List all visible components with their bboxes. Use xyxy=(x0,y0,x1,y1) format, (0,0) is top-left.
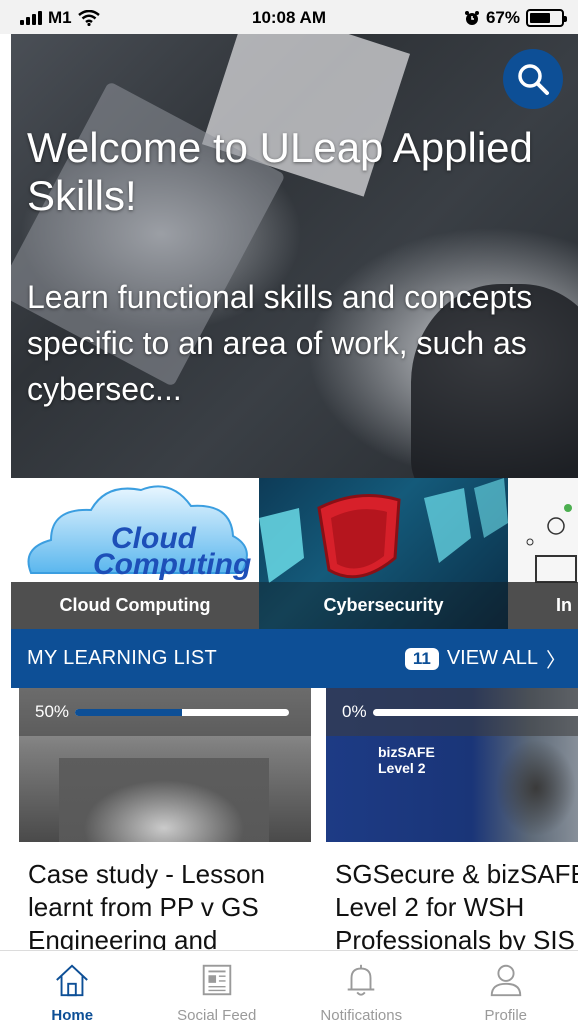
battery-level xyxy=(530,13,551,23)
view-all-button[interactable]: 11 VIEW ALL 〉 xyxy=(404,644,566,673)
category-label: Cloud Computing xyxy=(11,582,259,629)
progress-track xyxy=(75,708,290,716)
battery-percent: 67% xyxy=(485,8,520,27)
caption-line: bizSAFE xyxy=(378,744,435,760)
tab-profile[interactable]: Profile xyxy=(434,951,578,1024)
learning-list-title: MY LEARNING LIST xyxy=(27,647,218,669)
course-progress: 50% xyxy=(19,688,311,736)
chevron-right-icon: 〉 xyxy=(546,650,566,672)
category-partial[interactable]: In xyxy=(508,478,578,629)
tab-home[interactable]: Home xyxy=(0,951,145,1024)
hero-banner[interactable]: Welcome to ULeap Applied Skills! Learn f… xyxy=(11,34,578,478)
hero-title: Welcome to ULeap Applied Skills! xyxy=(27,124,533,219)
status-right: 67% xyxy=(464,8,567,28)
category-label: Cybersecurity xyxy=(259,582,508,629)
progress-fill xyxy=(75,708,183,716)
category-cloud-computing[interactable]: Cloud Computing Cloud Computing xyxy=(11,478,259,629)
course-title: SGSecure & bizSAFE Level 2 for WSH Profe… xyxy=(335,859,578,950)
tab-social-feed[interactable]: Social Feed xyxy=(145,951,290,1024)
category-carousel[interactable]: Cloud Computing Cloud Computing Cybersec… xyxy=(11,478,578,629)
infographic-icon xyxy=(526,504,577,583)
tab-label: Home xyxy=(51,1007,94,1024)
shield-icon xyxy=(259,478,508,583)
bottom-tab-bar: Home Social Feed Notifications Profile xyxy=(0,950,578,1024)
course-title: Case study - Lesson learnt from PP v GS … xyxy=(28,859,266,950)
caption-line: Level 2 xyxy=(378,760,426,776)
course-image-caption: bizSAFE Level 2 xyxy=(378,744,435,776)
tab-label: Profile xyxy=(484,1007,528,1024)
category-cybersecurity[interactable]: Cybersecurity xyxy=(259,478,508,629)
progress-track xyxy=(372,708,578,716)
course-progress: 0% xyxy=(326,688,578,736)
course-card[interactable]: 50% Case study - Lesson learnt from PP v… xyxy=(19,688,311,950)
view-all-label: VIEW ALL xyxy=(446,647,538,669)
alarm-icon xyxy=(464,11,479,25)
status-bar: M1 10:08 AM 67% xyxy=(0,0,578,34)
course-carousel[interactable]: 50% Case study - Lesson learnt from PP v… xyxy=(0,688,578,950)
tab-notifications[interactable]: Notifications xyxy=(289,951,434,1024)
progress-percent: 50% xyxy=(35,702,70,721)
bell-icon xyxy=(347,964,375,996)
tab-label: Social Feed xyxy=(177,1007,257,1024)
category-label: In xyxy=(508,582,578,629)
user-icon xyxy=(490,964,521,997)
learning-count-badge: 11 xyxy=(404,647,439,670)
search-button[interactable] xyxy=(503,49,563,109)
search-icon xyxy=(518,64,549,95)
cloud-image-text-2: Computing xyxy=(93,548,251,581)
home-icon xyxy=(56,964,89,997)
tab-label: Notifications xyxy=(320,1007,403,1024)
course-card[interactable]: bizSAFE Level 2 0% SGSecure & bizSAFE Le… xyxy=(326,688,578,950)
cloud-icon: Cloud Computing xyxy=(27,485,251,581)
course-image-statue xyxy=(59,758,269,842)
newspaper-icon xyxy=(202,964,231,996)
course-image-people xyxy=(476,728,578,842)
progress-percent: 0% xyxy=(342,702,367,721)
learning-list-header: MY LEARNING LIST 11 VIEW ALL 〉 xyxy=(11,629,578,688)
battery-icon xyxy=(526,9,567,27)
hero-description: Learn functional skills and concepts spe… xyxy=(27,279,533,407)
